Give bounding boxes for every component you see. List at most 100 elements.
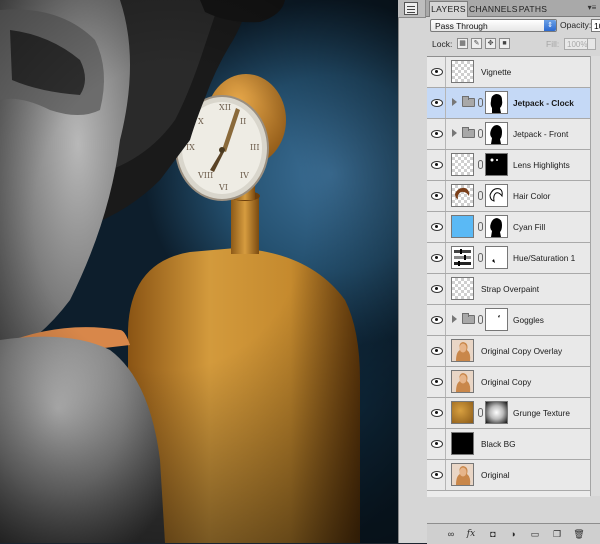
new-group-icon[interactable]: ▭	[529, 528, 541, 540]
expand-triangle-icon[interactable]	[452, 315, 457, 323]
layer-name: Lens Highlights	[513, 160, 570, 170]
layer-thumbnail	[451, 432, 474, 455]
layer-comps-icon[interactable]	[404, 2, 418, 15]
layer-name: Original Copy	[481, 377, 532, 387]
layer-thumbnail	[451, 277, 474, 300]
fill-field[interactable]: 100%	[564, 38, 588, 50]
panel-tabs: LAYERS CHANNELS PATHS ▾≡	[426, 0, 600, 17]
layer-row-original-copy-overlay[interactable]: Original Copy Overlay	[427, 336, 590, 367]
layer-row-jetpack-clock[interactable]: Jetpack - Clock	[427, 88, 590, 119]
layer-row-hue-saturation[interactable]: Hue/Saturation 1	[427, 243, 590, 274]
fill-label: Fill:	[546, 39, 560, 49]
layer-name: Original	[481, 470, 510, 480]
eye-icon[interactable]	[430, 128, 443, 139]
opacity-field[interactable]: 100%	[591, 19, 600, 32]
layer-thumbnail	[451, 60, 474, 83]
lock-all-icon[interactable]: ■	[499, 38, 510, 49]
layer-mask-thumbnail	[485, 246, 508, 269]
layers-scrollbar[interactable]	[590, 56, 600, 496]
collapsed-tool-strip[interactable]	[398, 0, 426, 18]
layer-row-jetpack-front[interactable]: Jetpack - Front	[427, 119, 590, 150]
eye-icon[interactable]	[430, 190, 443, 201]
link-icon	[478, 129, 483, 138]
eye-icon[interactable]	[430, 438, 443, 449]
huesat-adjustment-icon	[451, 246, 474, 269]
layer-mask-thumbnail	[485, 215, 508, 238]
add-mask-icon[interactable]: ◘	[487, 528, 499, 540]
blend-row: Pass Through ⇕ Opacity: 100% ▶	[428, 19, 600, 34]
panel-menu-icon[interactable]: ▾≡	[587, 3, 597, 13]
eye-icon[interactable]	[430, 314, 443, 325]
fx-icon[interactable]: fx	[465, 528, 477, 540]
eye-icon[interactable]	[430, 159, 443, 170]
layer-row-original[interactable]: Original	[427, 460, 590, 491]
document-canvas[interactable]: XIIIII VIIX IIX IVVIII	[0, 0, 425, 543]
layer-name: Goggles	[513, 315, 544, 325]
trash-icon[interactable]: 🗑	[573, 528, 585, 540]
fill-dropdown-icon[interactable]	[588, 38, 596, 50]
layer-mask-thumbnail	[485, 91, 508, 114]
folder-icon	[462, 127, 475, 138]
layer-row-hair-color[interactable]: Hair Color	[427, 181, 590, 212]
tab-paths[interactable]: PATHS	[518, 2, 548, 16]
layer-name: Strap Overpaint	[481, 284, 540, 294]
eye-icon[interactable]	[430, 345, 443, 356]
lock-transparency-icon[interactable]: ▦	[457, 38, 468, 49]
new-layer-icon[interactable]: ❐	[551, 528, 563, 540]
layer-thumbnail	[451, 463, 474, 486]
link-icon	[478, 222, 483, 231]
layer-row-grunge-texture[interactable]: Grunge Texture	[427, 398, 590, 429]
blend-mode-select[interactable]: Pass Through ⇕	[430, 19, 557, 32]
layer-name: Vignette	[481, 67, 512, 77]
layers-bottom-toolbar: ∞ fx ◘ ◑ ▭ ❐ 🗑	[427, 523, 600, 544]
layer-thumbnail	[451, 153, 474, 176]
layer-mask-thumbnail	[485, 122, 508, 145]
link-icon	[478, 315, 483, 324]
layer-name: Jetpack - Clock	[513, 98, 574, 108]
layer-row-lens-highlights[interactable]: Lens Highlights	[427, 150, 590, 181]
layer-mask-thumbnail	[485, 308, 508, 331]
layer-row-black-bg[interactable]: Black BG	[427, 429, 590, 460]
eye-icon[interactable]	[430, 469, 443, 480]
vignette-shade	[0, 0, 425, 543]
eye-icon[interactable]	[430, 66, 443, 77]
layer-name: Original Copy Overlay	[481, 346, 563, 356]
expand-triangle-icon[interactable]	[452, 98, 457, 106]
tab-channels[interactable]: CHANNELS	[469, 2, 517, 16]
layer-row-vignette[interactable]: Vignette	[427, 57, 590, 88]
eye-icon[interactable]	[430, 376, 443, 387]
layer-row-strap-overpaint[interactable]: Strap Overpaint	[427, 274, 590, 305]
eye-icon[interactable]	[430, 252, 443, 263]
layer-thumbnail	[451, 401, 474, 424]
link-layers-icon[interactable]: ∞	[445, 528, 457, 540]
layer-name: Grunge Texture	[513, 408, 571, 418]
link-icon	[478, 253, 483, 262]
layer-row-original-copy[interactable]: Original Copy	[427, 367, 590, 398]
layer-thumbnail	[451, 370, 474, 393]
eye-icon[interactable]	[430, 407, 443, 418]
folder-icon	[462, 96, 475, 107]
lock-position-icon[interactable]: ✥	[485, 38, 496, 49]
expand-triangle-icon[interactable]	[452, 129, 457, 137]
layer-thumbnail	[451, 339, 474, 362]
layer-mask-thumbnail	[485, 184, 508, 207]
layer-name: Jetpack - Front	[513, 129, 569, 139]
chevron-updown-icon: ⇕	[544, 20, 556, 31]
link-icon	[478, 191, 483, 200]
link-icon	[478, 408, 483, 417]
layer-row-goggles[interactable]: Goggles	[427, 305, 590, 336]
tab-layers[interactable]: LAYERS	[429, 1, 468, 17]
eye-icon[interactable]	[430, 97, 443, 108]
lock-label: Lock:	[432, 39, 453, 49]
layer-name: Black BG	[481, 439, 516, 449]
lock-pixels-icon[interactable]: ✎	[471, 38, 482, 49]
layers-list: Vignette Jetpack - Clock Jetpack - Front…	[427, 56, 590, 497]
layer-thumbnail	[451, 215, 474, 238]
opacity-label: Opacity:	[560, 20, 592, 30]
adjustment-layer-icon[interactable]: ◑	[507, 528, 519, 540]
eye-icon[interactable]	[430, 221, 443, 232]
layer-row-cyan-fill[interactable]: Cyan Fill	[427, 212, 590, 243]
layer-thumbnail	[451, 184, 474, 207]
eye-icon[interactable]	[430, 283, 443, 294]
link-icon	[478, 98, 483, 107]
